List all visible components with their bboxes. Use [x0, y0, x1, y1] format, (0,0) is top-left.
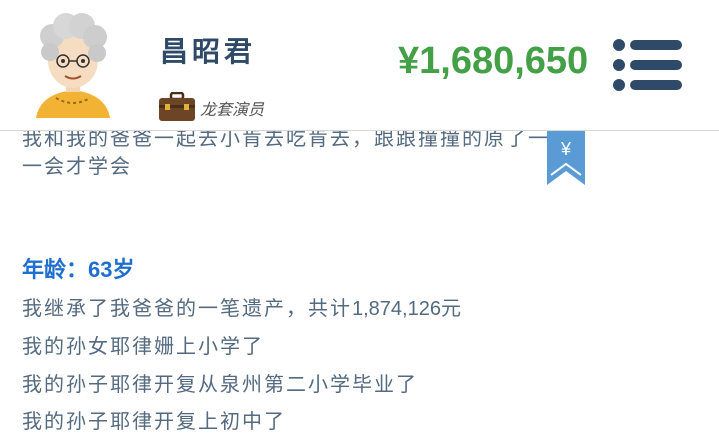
character-header: 昌昭君 龙套演员 ¥1,680,650	[0, 0, 719, 131]
character-name: 昌昭君	[160, 35, 257, 68]
age-label: 年龄：	[22, 257, 89, 283]
event-item: 我继承了我爸爸的一笔遗产，共计1,874,126元	[22, 296, 463, 320]
job-label: 龙套演员	[200, 100, 265, 119]
event-item: 我的孙女耶律姗上小学了	[22, 334, 264, 358]
elderly-woman-avatar-icon	[36, 13, 110, 118]
event-item: 我的孙子耶律开复上初中了	[22, 409, 286, 433]
event-item: 我的孙子耶律开复从泉州第二小学毕业了	[22, 372, 418, 396]
age-heading: 年龄：63岁	[22, 252, 135, 284]
money-balance: ¥1,680,650	[398, 40, 589, 82]
briefcase-icon	[159, 92, 195, 121]
menu-list-icon[interactable]	[612, 38, 684, 92]
age-value: 63岁	[88, 257, 135, 282]
svg-text:¥: ¥	[560, 139, 572, 159]
job-info: 龙套演员	[158, 88, 264, 122]
yen-bookmark-icon[interactable]: ¥	[547, 131, 585, 185]
previous-event-line: 一会才学会	[22, 154, 132, 178]
